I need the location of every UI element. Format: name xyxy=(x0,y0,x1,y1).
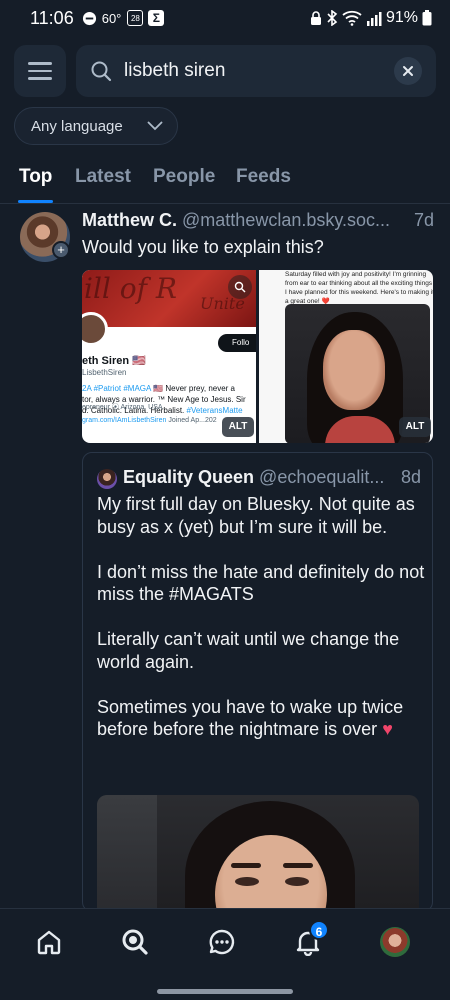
quote-paragraph: I don’t miss the hate and definitely do … xyxy=(97,561,425,605)
chat-icon xyxy=(209,929,235,955)
photo-window xyxy=(97,795,157,911)
quote-text: My first full day on Bluesky. Not quite … xyxy=(97,493,427,763)
menu-button[interactable] xyxy=(14,45,66,97)
tab-people[interactable]: People xyxy=(153,166,215,188)
bio-link-3: #VeteransMatte xyxy=(186,406,243,415)
menu-line xyxy=(28,62,52,65)
language-filter-label: Any language xyxy=(31,117,123,135)
close-icon xyxy=(403,66,413,76)
profile-name: eth Siren 🇺🇸 xyxy=(82,355,146,367)
home-icon xyxy=(37,930,61,955)
status-temperature: 60° xyxy=(101,10,122,26)
meta-link: gram.com/IAmLisbethSiren xyxy=(82,417,167,424)
zoom-icon xyxy=(228,275,252,299)
follow-plus-icon[interactable]: + xyxy=(52,241,70,259)
signal-icon xyxy=(366,11,382,26)
meta-location: epreneur ⦿ Arizona, USA xyxy=(82,404,163,411)
quote-paragraph: Sometimes you have to wake up twice befo… xyxy=(97,696,427,741)
bottom-navigation xyxy=(0,908,450,1000)
search-bar[interactable]: lisbeth siren xyxy=(76,45,436,97)
alt-badge[interactable]: ALT xyxy=(222,417,254,437)
quote-paragraph: My first full day on Bluesky. Not quite … xyxy=(97,494,415,537)
search-input[interactable]: lisbeth siren xyxy=(124,60,394,82)
photo-brow xyxy=(283,863,313,868)
search-icon xyxy=(91,61,112,82)
alt-badge[interactable]: ALT xyxy=(399,417,431,437)
banner-text: ill of R xyxy=(84,272,177,305)
follow-button: Follo xyxy=(218,334,256,352)
quote-paragraph: Literally can’t wait until we change the… xyxy=(97,629,400,672)
status-bar: 11:06 60° 28 Σ 91% xyxy=(0,0,450,36)
nav-chat[interactable] xyxy=(207,927,237,957)
tab-feeds[interactable]: Feeds xyxy=(236,166,291,188)
post-age: 7d xyxy=(411,210,434,231)
battery-icon xyxy=(422,10,432,26)
quote-author-avatar[interactable] xyxy=(97,469,117,489)
calendar-day: 28 xyxy=(130,13,140,23)
meta-joined: Joined Ap...202 xyxy=(166,417,217,424)
heart-emoji: ♥ xyxy=(382,719,393,739)
quote-author-handle[interactable]: @echoequalit... xyxy=(259,467,384,487)
profile-handle: LisbethSiren xyxy=(82,368,127,377)
nav-home[interactable] xyxy=(34,927,64,957)
quote-paragraph-text: Sometimes you have to wake up twice befo… xyxy=(97,696,404,740)
chevron-down-icon xyxy=(147,121,163,131)
photo-face xyxy=(323,330,385,410)
language-filter-dropdown[interactable]: Any language xyxy=(14,107,178,145)
quote-author-line[interactable]: Equality Queen @echoequalit... 8d xyxy=(123,467,421,488)
quote-author-name[interactable]: Equality Queen xyxy=(123,467,254,487)
author-name[interactable]: Matthew C. xyxy=(82,210,177,230)
menu-line xyxy=(28,69,52,73)
bio-links: 2A #Patriot #MAGA xyxy=(82,384,151,393)
lock-icon xyxy=(310,10,321,25)
bio-text-1: 🇺🇸 Never prey, never a xyxy=(150,384,236,393)
nav-search[interactable] xyxy=(120,927,150,957)
photo-eye xyxy=(235,877,259,886)
wifi-icon xyxy=(342,10,362,26)
tab-latest[interactable]: Latest xyxy=(75,166,131,188)
author-handle[interactable]: @matthewclan.bsky.soc... xyxy=(182,210,390,230)
nav-profile-avatar[interactable] xyxy=(380,927,410,957)
quoted-post[interactable]: Equality Queen @echoequalit... 8d My fir… xyxy=(82,452,433,912)
profile-meta: epreneur ⦿ Arizona, USA xyxy=(82,402,163,412)
sigma-app-icon: Σ xyxy=(148,10,165,26)
bluetooth-icon xyxy=(327,10,338,26)
active-tab-indicator xyxy=(18,200,53,203)
do-not-disturb-icon xyxy=(82,11,97,26)
quote-image[interactable] xyxy=(97,795,419,911)
post-author-line[interactable]: Matthew C. @matthewclan.bsky.soc... 7d xyxy=(82,210,437,231)
menu-line xyxy=(28,77,52,80)
photo-brow xyxy=(231,863,261,868)
battery-percent: 91% xyxy=(385,9,418,26)
gesture-home-bar[interactable] xyxy=(157,989,293,994)
post-text: Would you like to explain this? xyxy=(82,237,324,257)
tab-top[interactable]: Top xyxy=(19,166,52,188)
status-right: 91% xyxy=(310,9,432,27)
search-tabs: Top Latest People Feeds xyxy=(0,160,450,204)
profile-meta-2: gram.com/IAmLisbethSiren Joined Ap...202 xyxy=(82,417,217,424)
notifications-badge: 6 xyxy=(309,920,329,940)
calendar-icon: 28 xyxy=(127,10,144,26)
status-time: 11:06 xyxy=(30,7,74,28)
search-icon xyxy=(122,929,148,955)
quote-age: 8d xyxy=(398,467,421,488)
clear-search-button[interactable] xyxy=(394,57,422,85)
photo-eye xyxy=(285,877,309,886)
image-caption: Saturday filled with joy and positivity!… xyxy=(285,271,433,305)
